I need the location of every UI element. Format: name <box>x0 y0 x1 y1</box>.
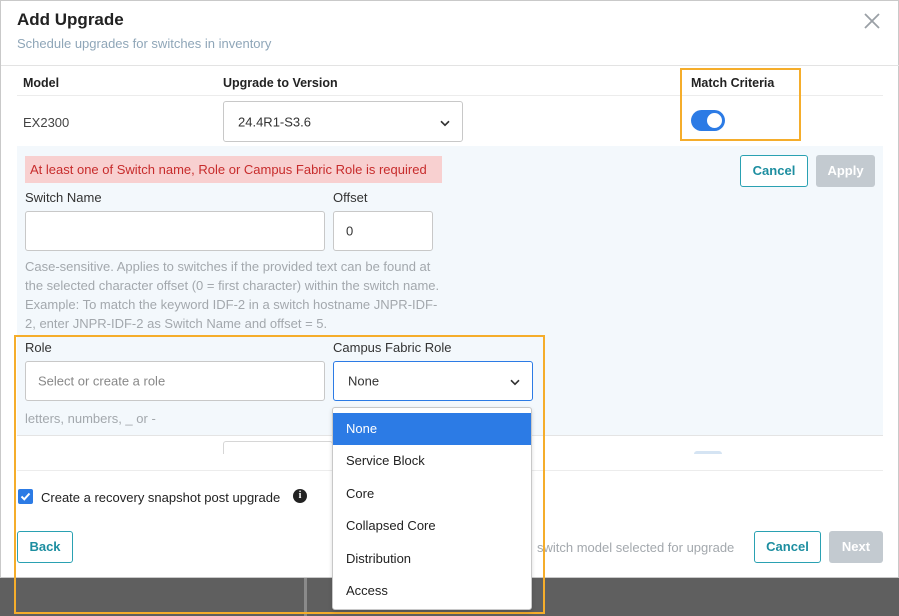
highlight-box-match-criteria <box>680 68 801 141</box>
dropdown-option[interactable]: Access <box>333 575 531 607</box>
dropdown-option[interactable]: None <box>333 413 531 446</box>
criteria-apply-button[interactable]: Apply <box>816 155 875 187</box>
dropdown-option[interactable]: Distribution <box>333 543 531 575</box>
dropdown-option[interactable]: Core <box>333 478 531 510</box>
version-select[interactable]: 24.4R1-S3.6 <box>223 101 463 142</box>
chevron-down-icon <box>440 115 450 130</box>
header-divider <box>1 65 899 66</box>
version-select-value: 24.4R1-S3.6 <box>238 114 311 129</box>
dropdown-option[interactable]: Service Block <box>333 445 531 477</box>
next-button[interactable]: Next <box>829 531 883 563</box>
dialog-title: Add Upgrade <box>17 10 124 29</box>
column-header-version: Upgrade to Version <box>223 76 338 90</box>
criteria-cancel-button[interactable]: Cancel <box>740 155 808 187</box>
partial-toggle <box>694 451 722 454</box>
model-value: EX2300 <box>23 115 70 130</box>
column-header-model: Model <box>23 76 60 90</box>
footer-cancel-button[interactable]: Cancel <box>754 531 821 563</box>
validation-error: At least one of Switch name, Role or Cam… <box>25 156 442 183</box>
switch-name-help: Case-sensitive. Applies to switches if t… <box>25 259 440 331</box>
campus-fabric-role-dropdown: None Service Block Core Collapsed Core D… <box>332 407 532 610</box>
close-icon[interactable] <box>861 10 883 32</box>
offset-label: Offset <box>333 190 368 205</box>
dialog-subtitle: Schedule upgrades for switches in invent… <box>17 36 272 51</box>
dropdown-option[interactable]: Collapsed Core <box>333 510 531 542</box>
offset-value: 0 <box>346 223 354 239</box>
switch-name-label: Switch Name <box>25 190 102 205</box>
offset-input[interactable]: 0 <box>333 211 433 251</box>
switch-name-input[interactable] <box>25 211 325 251</box>
status-text: switch model selected for upgrade <box>537 540 735 555</box>
